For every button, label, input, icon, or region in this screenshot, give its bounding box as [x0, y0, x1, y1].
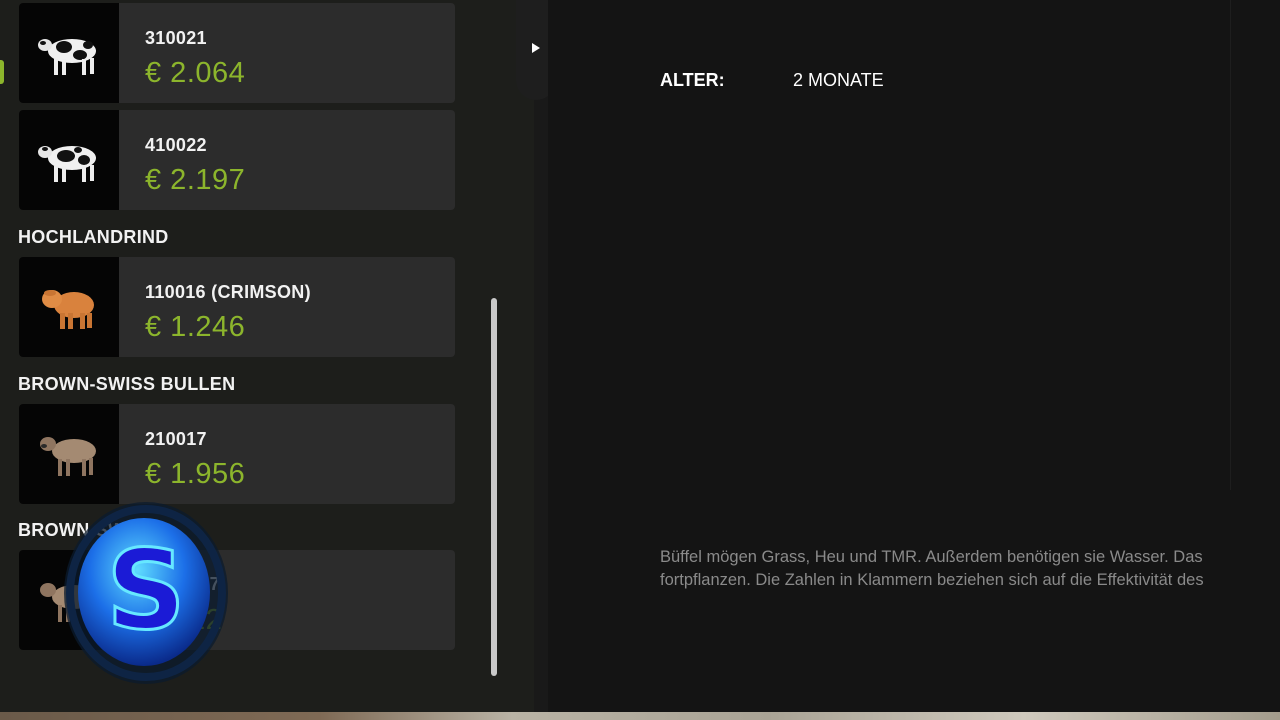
- holstein-cow-icon: [19, 3, 119, 103]
- channel-logo-icon: S: [62, 500, 230, 686]
- logo-letter: S: [106, 526, 185, 654]
- play-arrow-icon[interactable]: [530, 42, 542, 54]
- description-line: Büffel mögen Grass, Heu und TMR. Außerde…: [660, 548, 1203, 566]
- animal-id: 210017: [145, 429, 207, 449]
- list-edge-indicator: [0, 60, 4, 84]
- animal-id: 310021: [145, 28, 207, 48]
- animal-card[interactable]: 110016 (CRIMSON) € 1.246: [19, 257, 455, 357]
- description-line: fortpflanzen. Die Zahlen in Klammern bez…: [660, 571, 1204, 589]
- section-header-brown-swiss-bullen: BROWN-SWISS BULLEN: [18, 374, 236, 394]
- highland-cattle-icon: [19, 257, 119, 357]
- animal-price: € 2.064: [145, 57, 246, 89]
- animal-card[interactable]: 210017 € 1.956: [19, 404, 455, 504]
- animal-price: € 1.246: [145, 311, 246, 343]
- animal-id: 110016 (CRIMSON): [145, 282, 311, 302]
- game-world-strip: [0, 712, 1280, 720]
- animal-price: € 1.956: [145, 458, 246, 490]
- animal-description: Büffel mögen Grass, Heu und TMR. Außerde…: [660, 546, 1280, 592]
- animal-card[interactable]: 310021 € 2.064: [19, 3, 455, 103]
- list-scrollbar-thumb[interactable]: [491, 298, 497, 676]
- details-inner-edge: [1230, 0, 1231, 490]
- section-header-hochlandrind: HOCHLANDRIND: [18, 227, 169, 247]
- animal-id: 410022: [145, 135, 207, 155]
- brown-swiss-bull-icon: [19, 404, 119, 504]
- animal-card[interactable]: 410022 € 2.197: [19, 110, 455, 210]
- animal-price: € 2.197: [145, 164, 246, 196]
- panel-divider: [534, 0, 548, 712]
- list-scrollbar[interactable]: [490, 0, 498, 678]
- age-value: 2 MONATE: [793, 70, 884, 90]
- holstein-cow-icon: [19, 110, 119, 210]
- details-panel: [548, 0, 1280, 712]
- age-label: ALTER:: [660, 70, 725, 90]
